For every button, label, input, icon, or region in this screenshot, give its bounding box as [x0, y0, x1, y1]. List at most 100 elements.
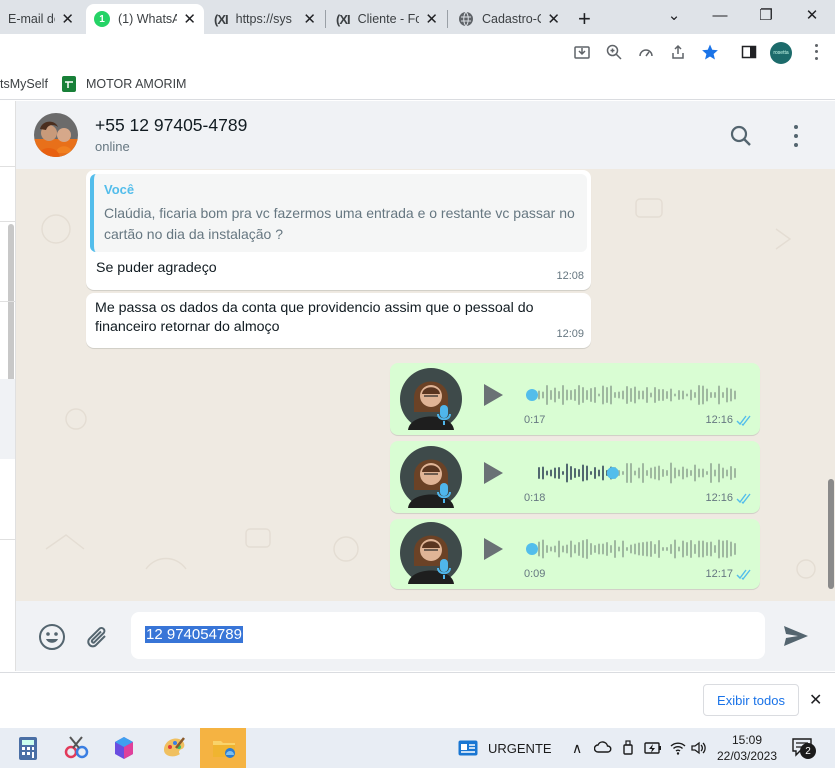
- message-bubble-incoming[interactable]: Me passa os dados da conta que providenc…: [86, 293, 591, 348]
- waveform-bar: [602, 543, 604, 555]
- zoom-icon[interactable]: [604, 42, 624, 62]
- tab-whatsapp[interactable]: 1 (1) WhatsA ✕: [86, 4, 204, 34]
- playback-position-dot[interactable]: [526, 389, 538, 401]
- close-icon[interactable]: ✕: [183, 10, 196, 28]
- show-hidden-icons-chevron-icon[interactable]: ∧: [572, 740, 582, 757]
- waveform-bar: [558, 467, 560, 479]
- chat-scrollbar[interactable]: [828, 479, 834, 589]
- battery-charging-icon[interactable]: [644, 741, 662, 755]
- waveform-bar: [734, 468, 736, 478]
- tab-cadastro[interactable]: Cadastro-C ✕: [450, 4, 568, 34]
- audio-waveform[interactable]: [526, 378, 740, 412]
- tab-email[interactable]: E-mail de C ✕: [0, 4, 82, 34]
- globe-icon: [458, 11, 474, 27]
- waveform-bar: [550, 469, 552, 477]
- emoji-icon[interactable]: [38, 623, 66, 651]
- wifi-icon[interactable]: [670, 740, 686, 756]
- playback-position-dot[interactable]: [606, 467, 619, 479]
- volume-icon[interactable]: [690, 740, 708, 756]
- waveform-bar: [558, 540, 560, 558]
- browser-tab-strip: E-mail de C ✕ 1 (1) WhatsA ✕ (XI https:/…: [0, 0, 835, 34]
- usb-device-icon[interactable]: [620, 740, 636, 756]
- new-tab-icon[interactable]: +: [578, 6, 591, 32]
- waveform-bar: [690, 389, 692, 401]
- tab-cliente[interactable]: (XI Cliente - Fo ✕: [328, 4, 446, 34]
- waveform-bar: [666, 391, 668, 399]
- waveform-bar: [734, 390, 736, 400]
- waveform-bar: [658, 465, 660, 481]
- close-icon[interactable]: ✕: [425, 10, 438, 28]
- calculator-icon[interactable]: [14, 734, 42, 762]
- quoted-message[interactable]: Você Claúdia, ficaria bom pra vc fazermo…: [90, 174, 587, 252]
- attach-icon[interactable]: [86, 625, 110, 651]
- tab-label: Cadastro-C: [482, 12, 542, 26]
- restore-icon[interactable]: ❐: [744, 0, 788, 30]
- search-icon[interactable]: [730, 125, 752, 147]
- audio-waveform[interactable]: [526, 532, 740, 566]
- side-panel-icon[interactable]: [739, 42, 759, 62]
- waveform-bar: [546, 545, 548, 553]
- audio-message[interactable]: 0:17 12:16: [390, 363, 760, 435]
- waveform-bar: [550, 546, 552, 552]
- waveform-bar: [722, 467, 724, 479]
- double-check-icon: [736, 569, 752, 580]
- show-all-button[interactable]: Exibir todos: [703, 684, 799, 716]
- close-bar-icon[interactable]: ✕: [809, 690, 822, 710]
- notification-center-icon[interactable]: 2: [792, 738, 816, 759]
- waveform-bar: [654, 466, 656, 480]
- tab-label: Cliente - Fo: [357, 12, 420, 26]
- play-icon[interactable]: [482, 461, 504, 485]
- chat-header: +55 12 97405-4789 online: [16, 101, 835, 169]
- playback-position-dot[interactable]: [526, 543, 538, 555]
- waveform-bar: [662, 469, 664, 477]
- waveform-bar: [574, 468, 576, 478]
- close-icon[interactable]: ✕: [61, 10, 74, 28]
- tab-sys[interactable]: (XI https://sys ✕: [206, 4, 324, 34]
- audio-waveform[interactable]: [526, 456, 740, 490]
- bookmark-star-icon[interactable]: [700, 42, 720, 62]
- message-input-text: 12 974054789: [145, 626, 243, 643]
- system-clock[interactable]: 15:09 22/03/2023: [716, 732, 778, 764]
- message-input[interactable]: 12 974054789: [131, 612, 765, 659]
- contact-name[interactable]: +55 12 97405-4789: [95, 115, 247, 136]
- play-icon[interactable]: [482, 383, 504, 407]
- profile-avatar[interactable]: rosetta: [770, 42, 792, 64]
- chat-list-edge: [0, 101, 16, 671]
- waveform-bar: [686, 393, 688, 397]
- share-icon[interactable]: [668, 42, 688, 62]
- paint-icon[interactable]: [160, 734, 188, 762]
- close-icon[interactable]: ✕: [303, 10, 316, 28]
- profile-label: rosetta: [773, 50, 789, 56]
- snipping-tool-icon[interactable]: [62, 734, 90, 762]
- onedrive-cloud-icon[interactable]: [594, 740, 612, 754]
- tab-label: https://sys: [235, 12, 292, 26]
- file-explorer-active[interactable]: [200, 728, 246, 768]
- bookmark-item[interactable]: tsMySelf: [0, 77, 48, 91]
- contact-avatar[interactable]: [34, 113, 78, 157]
- waveform-bar: [730, 388, 732, 402]
- performance-icon[interactable]: [636, 42, 656, 62]
- tab-search-chevron-icon[interactable]: ⌄: [652, 0, 696, 30]
- waveform-bar: [602, 385, 604, 405]
- audio-message[interactable]: 0:18 12:16: [390, 441, 760, 513]
- waveform-bar: [566, 389, 568, 401]
- message-bubble-incoming[interactable]: Você Claúdia, ficaria bom pra vc fazermo…: [86, 170, 591, 290]
- audio-message[interactable]: 0:09 12:17: [390, 519, 760, 589]
- send-icon[interactable]: [783, 625, 809, 647]
- play-icon[interactable]: [482, 537, 504, 561]
- urgent-widget[interactable]: URGENTE: [458, 740, 552, 756]
- copilot-icon[interactable]: [110, 734, 138, 762]
- window-close-icon[interactable]: ✕: [790, 0, 834, 30]
- chat-menu-icon[interactable]: [790, 125, 802, 147]
- install-app-icon[interactable]: [572, 42, 592, 62]
- waveform-bar: [706, 471, 708, 475]
- waveform-bar: [574, 544, 576, 554]
- waveform-bar: [566, 544, 568, 554]
- minimize-icon[interactable]: —: [698, 0, 742, 30]
- waveform-bar: [562, 545, 564, 553]
- quoted-author: Você: [104, 182, 135, 197]
- waveform-bar: [726, 387, 728, 403]
- close-icon[interactable]: ✕: [547, 10, 560, 28]
- browser-menu-icon[interactable]: [808, 42, 824, 62]
- bookmark-item[interactable]: MOTOR AMORIM: [62, 76, 186, 92]
